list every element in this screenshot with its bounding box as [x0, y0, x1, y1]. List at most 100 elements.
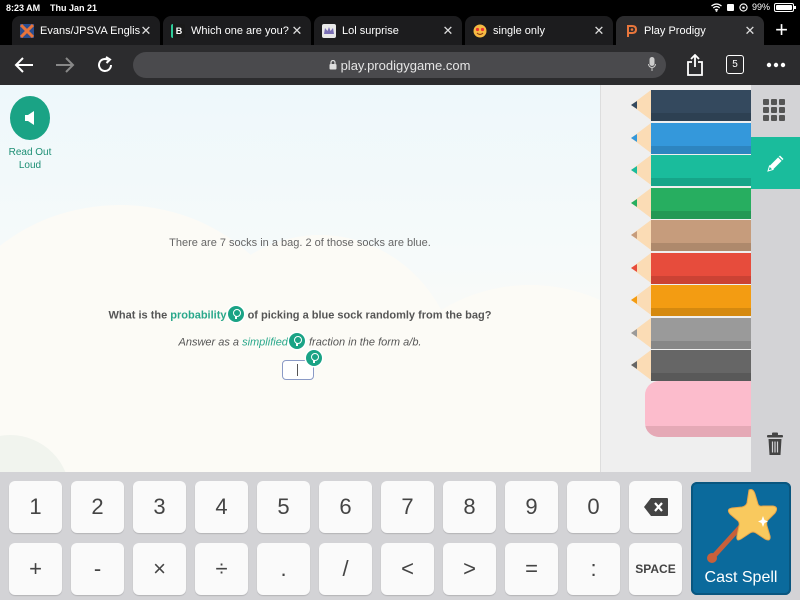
share-button[interactable]	[683, 53, 707, 77]
pencil-lead	[631, 133, 637, 142]
pencil-teal[interactable]	[631, 155, 752, 186]
key-0[interactable]: 0	[567, 481, 620, 533]
grid-menu-icon[interactable]	[763, 99, 787, 121]
key-symbol[interactable]: ×	[133, 543, 186, 595]
pencil-blue[interactable]	[631, 122, 752, 154]
hint-lightbulb-icon[interactable]	[227, 306, 244, 322]
x-logo-icon	[20, 23, 34, 38]
microphone-icon[interactable]	[648, 57, 656, 72]
cast-spell-button[interactable]: Cast Spell	[691, 482, 791, 595]
address-bar[interactable]: play.prodigygame.com	[133, 52, 666, 78]
tool-rail	[751, 85, 800, 472]
pencil-gray[interactable]	[631, 317, 752, 349]
new-tab-button[interactable]: +	[775, 19, 788, 41]
keyword-probability[interactable]: probability	[170, 309, 226, 321]
key-symbol[interactable]: -	[71, 543, 124, 595]
pencil-body	[651, 122, 752, 154]
url-text: play.prodigygame.com	[340, 57, 471, 73]
key-symbol[interactable]: ÷	[195, 543, 248, 595]
b-logo-icon: B	[171, 23, 185, 38]
pen-tool-button[interactable]	[751, 137, 800, 189]
key-7[interactable]: 7	[381, 481, 434, 533]
tab-single-only[interactable]: single only ✕	[465, 16, 613, 45]
tab-title: Evans/JPSVA English	[40, 24, 140, 37]
pencil-tan[interactable]	[631, 220, 752, 251]
pencil-navy[interactable]	[631, 90, 752, 121]
status-bar: 8:23 AM Thu Jan 21 99%	[0, 0, 800, 16]
pencil-green[interactable]	[631, 187, 752, 219]
key-8[interactable]: 8	[443, 481, 496, 533]
emoji-icon	[473, 24, 487, 38]
status-indicators: 99%	[711, 2, 796, 12]
key-symbol[interactable]: >	[443, 543, 496, 595]
close-tab-icon[interactable]: ✕	[593, 23, 605, 39]
space-key[interactable]: SPACE	[629, 543, 682, 595]
forward-button[interactable]	[53, 53, 77, 77]
pencil-lead	[631, 231, 637, 239]
tab-title: single only	[493, 24, 545, 37]
close-tab-icon[interactable]: ✕	[442, 23, 454, 39]
tab-play-prodigy[interactable]: Play Prodigy ✕	[616, 16, 764, 45]
close-tab-icon[interactable]: ✕	[140, 23, 152, 39]
key-9[interactable]: 9	[505, 481, 558, 533]
tab-title: Which one are you?	[191, 24, 289, 37]
pencil-red[interactable]	[631, 252, 752, 284]
drawing-palette	[600, 85, 752, 472]
orientation-lock-icon	[739, 2, 748, 12]
pencil-lead	[631, 166, 637, 174]
key-symbol[interactable]: +	[9, 543, 62, 595]
eraser-tool[interactable]	[645, 381, 752, 437]
key-symbol[interactable]: <	[381, 543, 434, 595]
pencil-orange[interactable]	[631, 285, 752, 316]
trash-icon[interactable]	[765, 432, 785, 456]
key-1[interactable]: 1	[9, 481, 62, 533]
magic-wand-icon	[707, 489, 778, 563]
key-symbol[interactable]: =	[505, 543, 558, 595]
tab-title: Lol surprise	[342, 24, 399, 37]
back-button[interactable]	[12, 53, 36, 77]
key-6[interactable]: 6	[319, 481, 372, 533]
battery-icon	[774, 2, 796, 12]
keyword-simplified[interactable]: simplified	[242, 336, 288, 348]
tab-lol-surprise[interactable]: Lol surprise ✕	[314, 16, 462, 45]
key-symbol[interactable]: :	[567, 543, 620, 595]
hint-lightbulb-icon[interactable]	[288, 333, 305, 349]
key-5[interactable]: 5	[257, 481, 310, 533]
pencil-shade	[651, 275, 752, 284]
status-date: Thu Jan 21	[50, 3, 98, 13]
pencil-body	[651, 187, 752, 219]
tab-evans[interactable]: Evans/JPSVA English ✕	[12, 16, 160, 45]
answer-hint-lightbulb-icon[interactable]	[306, 350, 322, 366]
pencil-dark-gray[interactable]	[631, 350, 752, 381]
more-menu-button[interactable]	[764, 53, 788, 77]
tab-which-one[interactable]: B Which one are you? ✕	[163, 16, 311, 45]
key-symbol[interactable]: /	[319, 543, 372, 595]
math-keypad: Cast Spell 1 2 3 4 5 6 7 8 9 0 + - × ÷. / < > =: SPACE	[0, 472, 800, 600]
close-tab-icon[interactable]: ✕	[744, 23, 756, 39]
key-4[interactable]: 4	[195, 481, 248, 533]
cast-spell-label: Cast Spell	[704, 569, 778, 586]
pencil-lead	[631, 198, 637, 207]
read-out-loud-button[interactable]	[10, 96, 50, 140]
question-text: What is the probability of picking a blu…	[0, 306, 600, 322]
battery-level	[776, 4, 792, 10]
key-symbol[interactable]: .	[257, 543, 310, 595]
pencil-shade	[651, 308, 752, 316]
lock-icon	[329, 60, 337, 70]
key-3[interactable]: 3	[133, 481, 186, 533]
tab-switcher-button[interactable]: 5	[726, 55, 744, 74]
close-tab-icon[interactable]: ✕	[291, 23, 303, 39]
pencil-lead	[631, 361, 637, 369]
prodigy-p-icon	[624, 24, 638, 38]
pencil-shade	[651, 210, 752, 219]
backspace-key[interactable]	[629, 481, 682, 533]
key-2[interactable]: 2	[71, 481, 124, 533]
pencil-lead	[631, 101, 637, 109]
pencil-body	[651, 285, 752, 316]
pencil-body	[651, 220, 752, 251]
wifi-icon	[711, 2, 722, 12]
pencil-lead	[631, 296, 637, 304]
reload-button[interactable]	[93, 53, 117, 77]
answer-instructions: Answer as a simplified fraction in the f…	[0, 333, 600, 349]
tab-title: Play Prodigy	[644, 24, 706, 37]
